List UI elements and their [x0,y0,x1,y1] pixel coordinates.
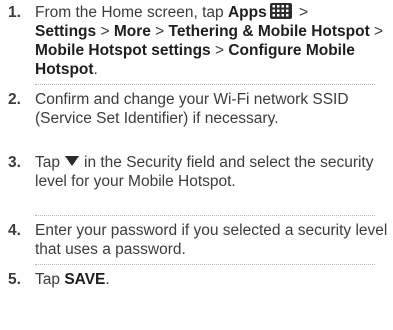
step-text: Tap [35,154,60,171]
separator: > [369,23,384,40]
settings-label: Settings [35,23,97,40]
step-number: 2. [8,91,21,108]
step-text: From the Home screen, tap [35,4,228,21]
dropdown-triangle-icon [64,153,80,166]
instruction-steps: 1. From the Home screen, tap Apps > Sett… [0,0,393,330]
step-5-text: Tap SAVE. [35,270,390,289]
save-label: SAVE [64,271,106,288]
divider [35,215,375,216]
step-text: Tap [35,271,65,288]
step-number: 3. [8,154,21,171]
divider [35,84,375,85]
divider [35,264,375,265]
step-number: 5. [8,271,21,288]
separator: > [294,4,309,21]
hotspot-settings-label: Mobile Hotspot settings [35,42,211,59]
apps-grid-icon [269,3,292,19]
period: . [105,271,110,288]
step-1-text: From the Home screen, tap Apps > Setting… [35,3,390,79]
step-3-text: Tap in the Security field and select the… [35,153,390,191]
step-number: 4. [8,222,21,239]
step-text: in the Security field and select the sec… [35,154,374,190]
step-number: 1. [8,4,21,21]
step-2-text: Confirm and change your Wi-Fi network SS… [35,91,349,127]
separator: > [150,23,169,40]
more-label: More [113,23,151,40]
separator: > [210,42,229,59]
apps-label: Apps [227,4,267,21]
period: . [93,61,98,78]
step-4-text: Enter your password if you selected a se… [35,222,388,258]
tethering-label: Tethering & Mobile Hotspot [168,23,370,40]
separator: > [96,23,114,40]
